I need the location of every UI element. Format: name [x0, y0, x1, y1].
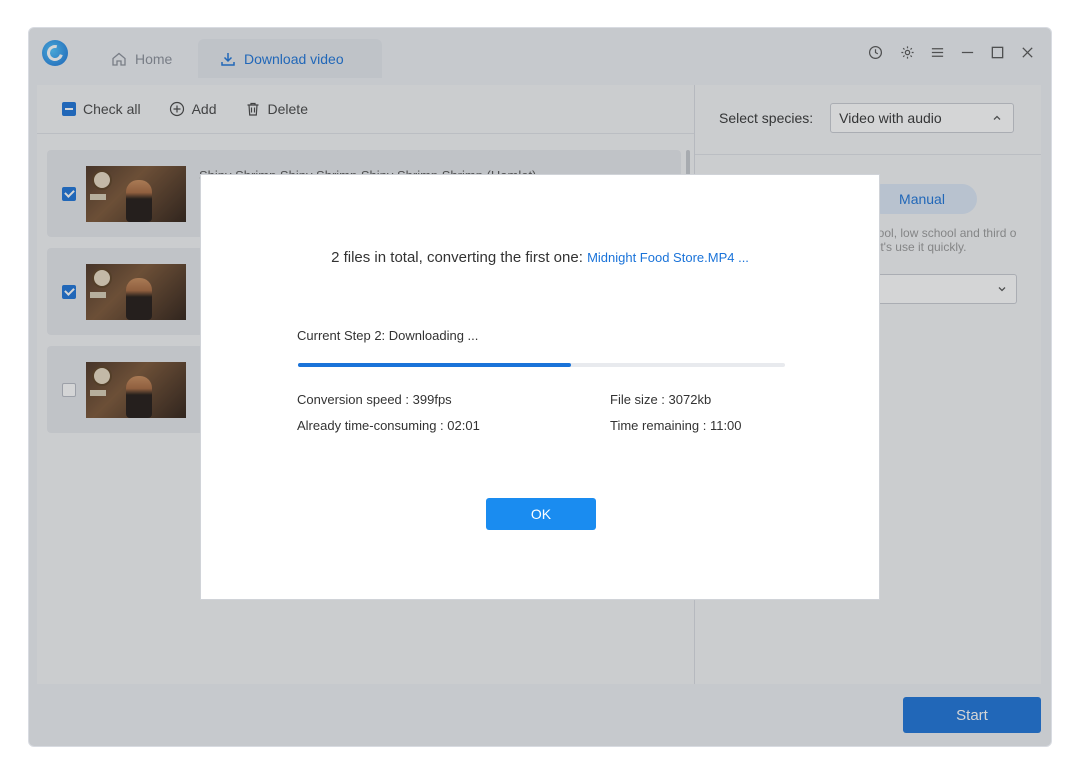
size-label: File size :	[610, 392, 665, 407]
current-filename: Midnight Food Store.MP4 ...	[587, 250, 749, 265]
remaining-label: Time remaining :	[610, 418, 707, 433]
elapsed-stat: Already time-consuming : 02:01	[297, 418, 480, 433]
size-value: 3072kb	[668, 392, 712, 407]
remaining-stat: Time remaining : 11:00	[610, 418, 742, 433]
conversion-dialog: 2 files in total, converting the first o…	[200, 174, 880, 600]
ok-button[interactable]: OK	[486, 498, 596, 530]
speed-label: Conversion speed :	[297, 392, 410, 407]
dialog-summary: 2 files in total, converting the first o…	[201, 249, 879, 266]
elapsed-label: Already time-consuming :	[297, 418, 444, 433]
progress-bar	[298, 363, 785, 367]
remaining-value: 11:00	[709, 418, 742, 433]
elapsed-value: 02:01	[447, 418, 480, 433]
size-stat: File size : 3072kb	[610, 392, 711, 407]
progress-fill	[298, 363, 571, 367]
speed-value: 399fps	[412, 392, 452, 407]
speed-stat: Conversion speed : 399fps	[297, 392, 452, 407]
current-step: Current Step 2: Downloading ...	[297, 328, 479, 343]
summary-text: 2 files in total, converting the first o…	[331, 249, 583, 266]
